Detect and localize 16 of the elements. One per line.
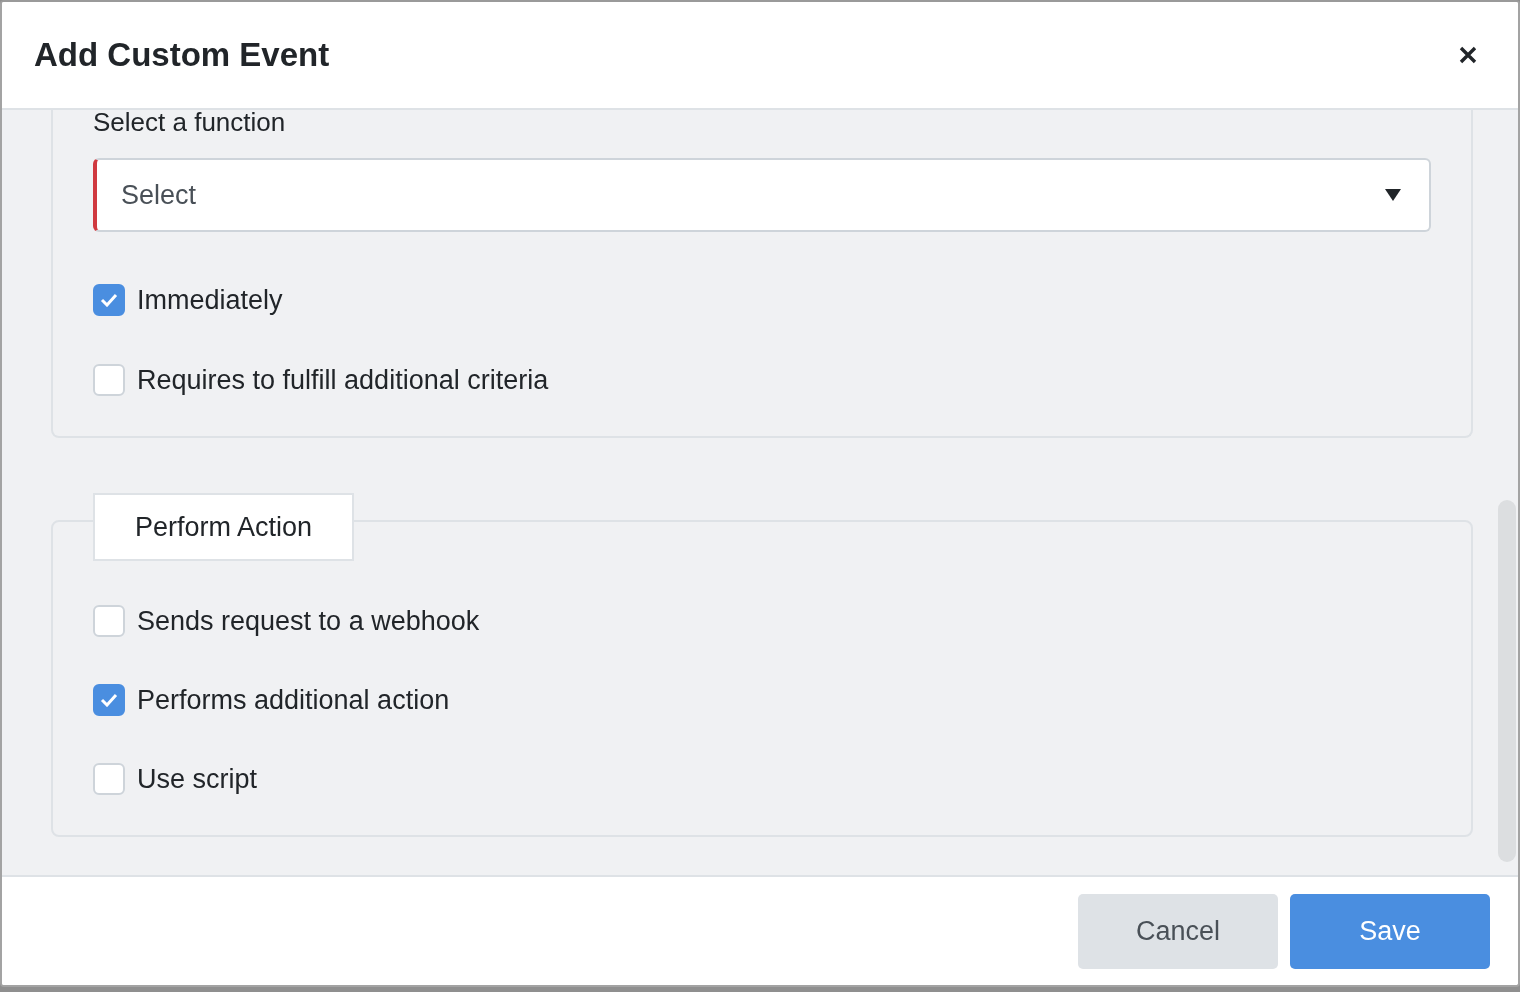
- checkbox-label[interactable]: Requires to fulfill additional criteria: [137, 364, 549, 396]
- dialog-title: Add Custom Event: [34, 36, 330, 74]
- checkbox[interactable]: [93, 284, 125, 316]
- select-dropdown[interactable]: Select: [93, 158, 1431, 232]
- checkmark-icon: [100, 693, 118, 707]
- cancel-button[interactable]: Cancel: [1078, 893, 1278, 969]
- checkbox-label[interactable]: Use script: [137, 763, 258, 795]
- checkbox-label[interactable]: Performs additional action: [137, 684, 450, 716]
- section-legend: Perform Action: [93, 493, 355, 561]
- checkmark-icon: [100, 293, 118, 307]
- close-icon: [1458, 45, 1478, 65]
- caret-icon: [1385, 189, 1401, 201]
- field-label: Select a function: [93, 110, 287, 134]
- checkbox[interactable]: [93, 684, 125, 716]
- checkbox-label[interactable]: Immediately: [137, 284, 283, 316]
- checkbox-label[interactable]: Sends request to a webhook: [137, 605, 480, 637]
